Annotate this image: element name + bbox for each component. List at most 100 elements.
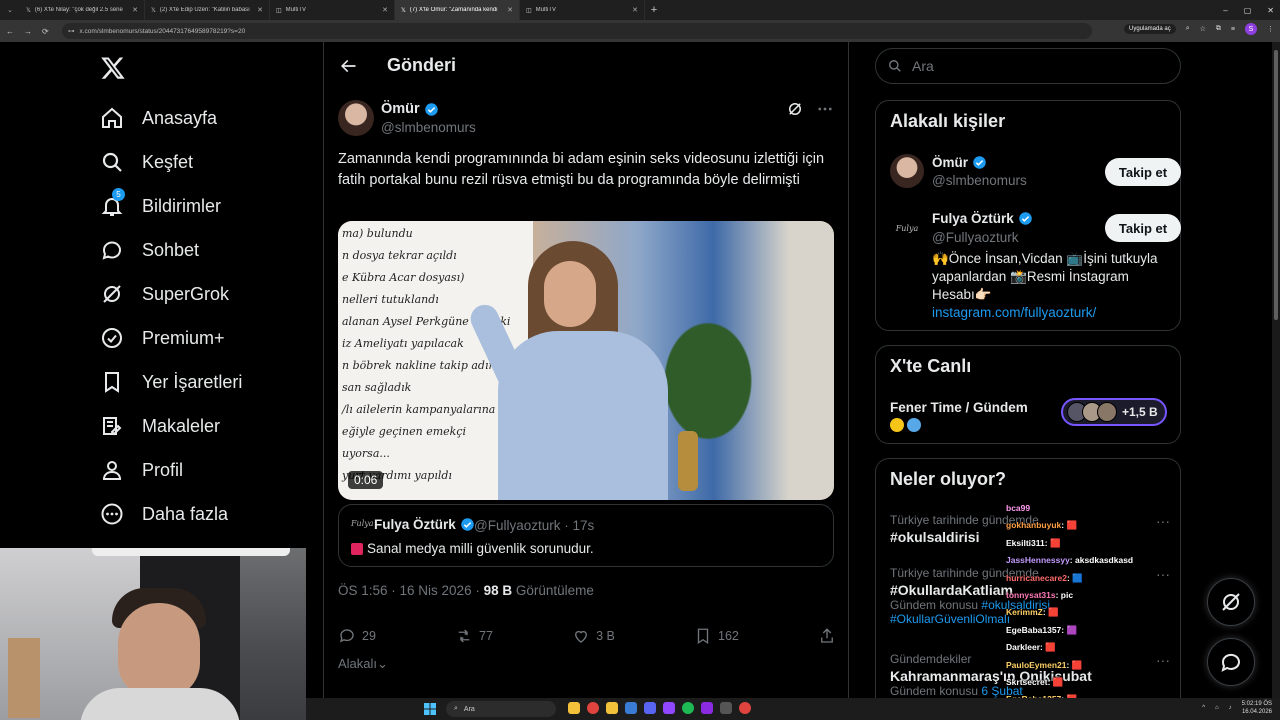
- clock[interactable]: 5:02:19 ÖS 16.04.2026: [1242, 700, 1272, 716]
- view-label: Görüntüleme: [512, 583, 594, 598]
- tray-chevron-icon[interactable]: ^: [1202, 705, 1205, 711]
- page-scrollbar-thumb[interactable]: [1274, 50, 1278, 320]
- nav-item-article[interactable]: Makaleler: [100, 404, 242, 448]
- repost-button[interactable]: 77: [455, 627, 493, 645]
- close-window-icon[interactable]: ✕: [1267, 6, 1274, 15]
- folder-icon[interactable]: [606, 702, 618, 714]
- tab-close-icon[interactable]: ✕: [257, 6, 263, 14]
- follow-button[interactable]: Takip et: [1105, 214, 1181, 242]
- browser-tab[interactable]: 𝕏 (2) X'te Edip Üzeri: "Katilin babası ✕: [145, 0, 270, 20]
- new-tab-button[interactable]: +: [645, 4, 663, 16]
- nav-item-person[interactable]: Profil: [100, 448, 242, 492]
- author-name[interactable]: Ömür: [381, 101, 439, 117]
- grok-fab-button[interactable]: [1207, 578, 1255, 626]
- chrome-icon[interactable]: [587, 702, 599, 714]
- author-handle[interactable]: @slmbenomurs: [381, 120, 476, 135]
- tab-close-icon[interactable]: ✕: [632, 6, 638, 14]
- search-icon: [102, 152, 122, 172]
- back-arrow-icon[interactable]: [338, 56, 358, 76]
- live-emoji-row: [890, 418, 921, 432]
- site-info-icon[interactable]: ⊶: [68, 27, 75, 35]
- nav-item-bell[interactable]: 5 Bildirimler: [100, 184, 242, 228]
- tab-close-icon[interactable]: ✕: [382, 6, 388, 14]
- whiteboard-line: n dosya tekrar açıldı: [342, 249, 457, 262]
- chat-username: PauloEymen21: [1006, 659, 1067, 670]
- person-name[interactable]: Fulya Öztürk: [932, 211, 1033, 226]
- volume-icon[interactable]: ♪: [1229, 705, 1232, 711]
- nav-item-bookmark[interactable]: Yer İşaretleri: [100, 360, 242, 404]
- grok-icon[interactable]: [786, 100, 804, 118]
- back-nav-icon[interactable]: ←: [6, 27, 14, 36]
- more-options-icon[interactable]: [816, 100, 834, 118]
- network-icon[interactable]: ⌂: [1215, 705, 1219, 711]
- nav-item-search[interactable]: Keşfet: [100, 140, 242, 184]
- messages-fab-button[interactable]: [1207, 638, 1255, 686]
- profile-avatar[interactable]: S: [1245, 23, 1257, 35]
- extensions-icon[interactable]: ⧉: [1216, 25, 1221, 33]
- edge-icon[interactable]: [625, 702, 637, 714]
- browser-tab[interactable]: ◫ MultiTV ✕: [520, 0, 645, 20]
- chrome-icon[interactable]: [739, 702, 751, 714]
- trend-more-icon[interactable]: ···: [1156, 652, 1170, 668]
- nav-item-chat[interactable]: Sohbet: [100, 228, 242, 272]
- chat-text: : 🟥: [1042, 607, 1059, 618]
- browser-tab[interactable]: 𝕏 (7) X'te Ömür: "Zamanında kendi ✕: [395, 0, 520, 20]
- related-people-title: Alakalı kişiler: [890, 111, 1006, 131]
- tab-close-icon[interactable]: ✕: [507, 6, 513, 14]
- search-input[interactable]: Ara: [875, 48, 1181, 84]
- app-icon[interactable]: [701, 702, 713, 714]
- url-field[interactable]: ⊶ x.com/slmbenomurs/status/2044731764958…: [62, 23, 1092, 39]
- maximize-icon[interactable]: ▢: [1244, 6, 1252, 15]
- file-explorer-icon[interactable]: [568, 702, 580, 714]
- trend-hashtag-link[interactable]: #OkullarGüvenliOlmalı: [890, 612, 1010, 626]
- live-listeners-button[interactable]: +1,5 B: [1061, 398, 1167, 426]
- bookmark-star-icon[interactable]: ☆: [1200, 25, 1206, 33]
- follow-button[interactable]: Takip et: [1105, 158, 1181, 186]
- live-card: X'te Canlı Fener Time / Gündem +1,5 B: [875, 345, 1181, 444]
- post-video[interactable]: ma) bulundu n dosya tekrar açıldı e Kübra …: [338, 221, 834, 500]
- nav-item-grok[interactable]: SuperGrok: [100, 272, 242, 316]
- related-dropdown[interactable]: Alakalı⌄: [338, 656, 388, 672]
- zoom-icon[interactable]: ⌕: [1186, 25, 1190, 33]
- browser-menu-icon[interactable]: ⋮: [1267, 25, 1274, 33]
- person-name[interactable]: Ömür: [932, 155, 987, 170]
- tab-close-icon[interactable]: ✕: [132, 6, 138, 14]
- person-logo[interactable]: Fulya: [890, 211, 924, 245]
- quote-author-name[interactable]: Fulya Öztürk: [374, 517, 475, 532]
- forward-nav-icon[interactable]: →: [24, 27, 32, 36]
- tab-search-icon[interactable]: ⌄: [0, 6, 20, 14]
- windows-start-icon[interactable]: [424, 703, 436, 715]
- bookmark-button[interactable]: 162: [694, 627, 739, 645]
- x-logo-icon[interactable]: [100, 55, 126, 81]
- trend-more-icon[interactable]: ···: [1156, 513, 1170, 529]
- bookmark-icon: [105, 372, 119, 393]
- person-avatar[interactable]: [890, 154, 924, 188]
- browser-tab[interactable]: 𝕏 (6) X'te Nilay: "çok değil 2.5 sene ✕: [20, 0, 145, 20]
- reload-icon[interactable]: ⟳: [42, 27, 49, 36]
- open-in-app-button[interactable]: Uygulamada aç: [1124, 24, 1176, 34]
- reply-button[interactable]: 29: [338, 627, 376, 645]
- related-person[interactable]: Ömür @slmbenomurs Takip et: [890, 153, 1181, 193]
- related-person[interactable]: Fulya Fulya Öztürk @Fullyaozturk Takip e…: [890, 211, 1181, 321]
- taskbar-search[interactable]: ⌕ Ara: [446, 701, 556, 717]
- post-time[interactable]: ÖS 1:56 · 16 Nis 2026 ·: [338, 583, 484, 598]
- repost-count: 77: [479, 629, 493, 643]
- twitch-icon[interactable]: [663, 702, 675, 714]
- like-button[interactable]: 3 B: [572, 627, 615, 645]
- discord-icon[interactable]: [644, 702, 656, 714]
- share-button[interactable]: [818, 627, 836, 645]
- browser-tab[interactable]: ◫ MultiTV ✕: [270, 0, 395, 20]
- obs-icon[interactable]: [720, 702, 732, 714]
- minimize-icon[interactable]: –: [1223, 6, 1227, 15]
- nav-item-more-circle[interactable]: Daha fazla: [100, 492, 242, 536]
- quoted-post[interactable]: Fulya Fulya Öztürk @Fullyaozturk · 17s S…: [338, 504, 834, 567]
- live-space-name[interactable]: Fener Time / Gündem: [890, 400, 1028, 415]
- author-avatar[interactable]: [338, 100, 374, 136]
- reading-list-icon[interactable]: ≡: [1231, 26, 1235, 33]
- spotify-icon[interactable]: [682, 702, 694, 714]
- person-bio-link[interactable]: instagram.com/fullyaozturk/: [932, 305, 1096, 320]
- nav-item-home[interactable]: Anasayfa: [100, 96, 242, 140]
- main-column: Gönderi Ömür @slmbenomurs Zamanında kend…: [323, 42, 849, 720]
- nav-item-verified[interactable]: Premium+: [100, 316, 242, 360]
- trend-more-icon[interactable]: ···: [1156, 566, 1170, 582]
